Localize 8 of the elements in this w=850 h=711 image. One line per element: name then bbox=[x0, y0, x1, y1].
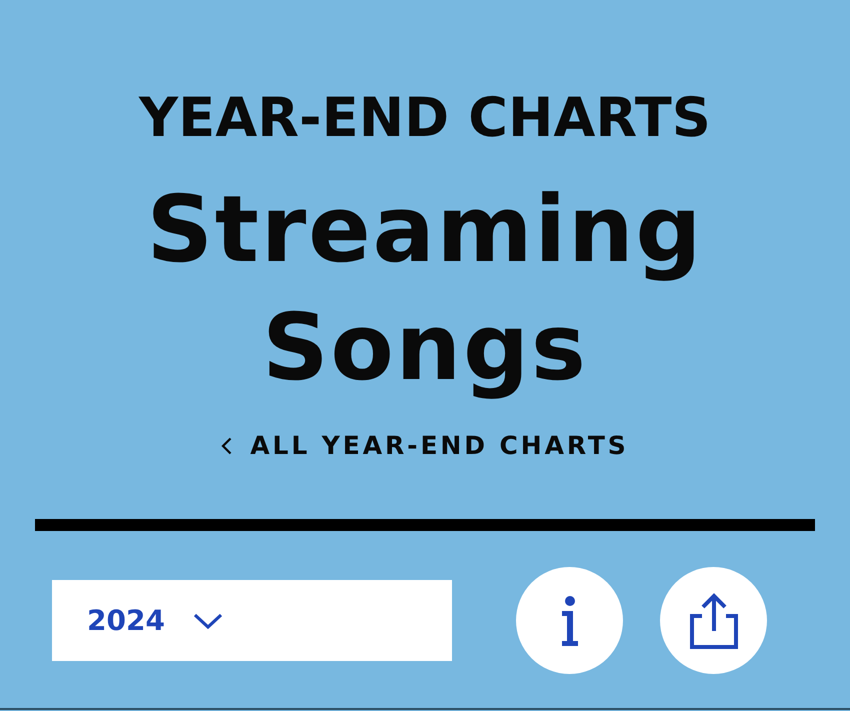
back-link[interactable]: ALL YEAR-END CHARTS bbox=[221, 431, 629, 461]
share-icon bbox=[690, 592, 738, 648]
section-label: YEAR-END CHARTS bbox=[139, 87, 711, 149]
page-title: Streaming Songs bbox=[146, 175, 704, 403]
chevron-left-icon bbox=[221, 437, 232, 455]
chevron-down-icon bbox=[192, 612, 223, 628]
year-dropdown[interactable]: 2024 bbox=[52, 580, 452, 661]
info-icon bbox=[560, 596, 578, 646]
